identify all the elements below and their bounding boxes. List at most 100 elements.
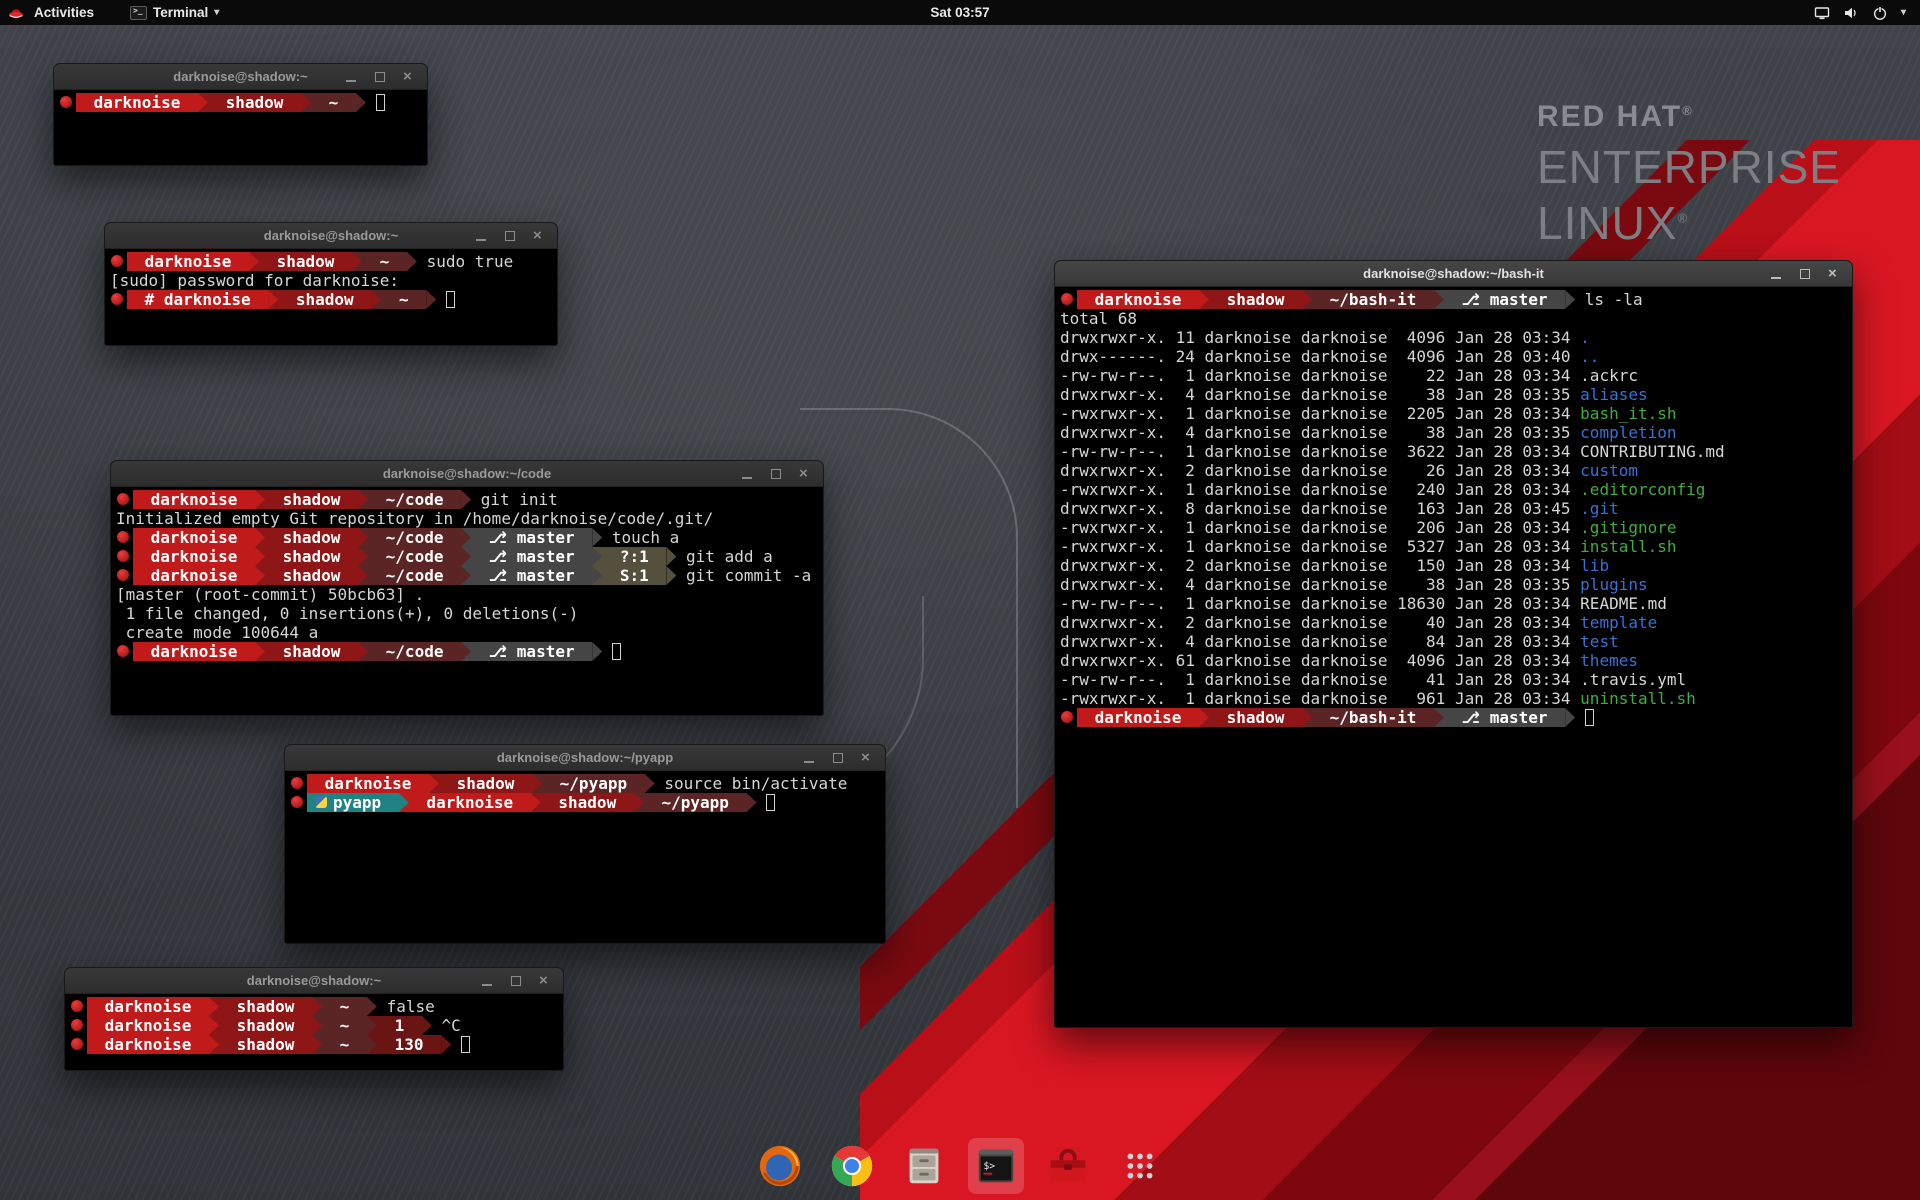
window-titlebar[interactable]: darknoise@shadow:~: [105, 223, 557, 249]
app-menu-button[interactable]: Terminal ▾: [130, 5, 219, 20]
dock-item-toolbox[interactable]: [1040, 1138, 1096, 1194]
terminal-window-home-2: darknoise@shadow:~ darknoise shadow ~ fa…: [64, 967, 564, 1071]
prompt-segment: ~/code: [368, 490, 461, 509]
dock-item-files[interactable]: [896, 1138, 952, 1194]
close-button[interactable]: [860, 751, 874, 765]
terminal-text: drwxrwxr-x. 2 darknoise darknoise 40 Jan…: [1060, 613, 1580, 632]
terminal-text: plugins: [1580, 575, 1647, 594]
prompt-segment: darknoise: [133, 490, 255, 509]
terminal-content[interactable]: darknoise shadow ~: [54, 90, 427, 115]
prompt-segment: # darknoise: [127, 290, 268, 309]
terminal-text: drwxrwxr-x. 11 darknoise darknoise 4096 …: [1060, 328, 1580, 347]
terminal-text: CONTRIBUTING.md: [1580, 442, 1725, 461]
terminal-line: -rw-rw-r--. 1 darknoise darknoise 18630 …: [1060, 594, 1847, 613]
terminal-content[interactable]: darknoise shadow ~ sudo true[sudo] passw…: [105, 249, 557, 312]
powerline-separator: [255, 547, 265, 566]
powerline-separator: [255, 566, 265, 585]
terminal-text: themes: [1580, 651, 1638, 670]
activities-button[interactable]: Activities: [31, 5, 97, 20]
window-titlebar[interactable]: darknoise@shadow:~/bash-it: [1055, 261, 1852, 287]
powerline-separator: [592, 566, 602, 585]
redhat-prompt-icon: [291, 777, 303, 789]
maximize-button[interactable]: [503, 229, 517, 243]
terminal-text: false: [377, 997, 435, 1016]
terminal-text: drwxrwxr-x. 2 darknoise darknoise 26 Jan…: [1060, 461, 1580, 480]
terminal-line: -rw-rw-r--. 1 darknoise darknoise 41 Jan…: [1060, 670, 1847, 689]
terminal-text: source bin/activate: [655, 774, 848, 793]
terminal-content[interactable]: darknoise shadow ~ false darknoise shado…: [65, 994, 563, 1057]
powerline-separator: [461, 528, 471, 547]
terminal-line: drwxrwxr-x. 4 darknoise darknoise 38 Jan…: [1060, 575, 1847, 594]
powerline-separator: [634, 793, 644, 812]
terminal-text: custom: [1580, 461, 1638, 480]
maximize-button[interactable]: [769, 467, 783, 481]
terminal-content[interactable]: darknoise shadow ~/bash-it ⎇ master ls -…: [1055, 287, 1852, 730]
maximize-button[interactable]: [373, 70, 387, 84]
terminal-text: bash_it.sh: [1580, 404, 1676, 423]
prompt-segment: pyapp: [307, 793, 399, 812]
powerline-separator: [461, 547, 471, 566]
powerline-separator: [461, 642, 471, 661]
redhat-prompt-icon: [111, 255, 123, 267]
clock[interactable]: Sat 03:57: [930, 5, 989, 20]
prompt-segment: shadow: [265, 490, 358, 509]
minimize-button[interactable]: [802, 751, 816, 765]
redhat-prompt-icon: [71, 1019, 83, 1031]
minimize-button[interactable]: [474, 229, 488, 243]
prompt-segment: ~: [381, 290, 426, 309]
close-button[interactable]: [1827, 267, 1841, 281]
terminal-window-bash-it: darknoise@shadow:~/bash-it darknoise sha…: [1054, 260, 1853, 1028]
maximize-button[interactable]: [509, 974, 523, 988]
powerline-separator: [209, 1016, 219, 1035]
close-button[interactable]: [402, 70, 416, 84]
maximize-button[interactable]: [1798, 267, 1812, 281]
minimize-button[interactable]: [1769, 267, 1783, 281]
powerline-separator: [358, 490, 368, 509]
powerline-separator: [399, 793, 409, 812]
powerline-separator: [429, 774, 439, 793]
terminal-line: darknoise shadow ~/code git init: [116, 490, 818, 509]
prompt-segment: darknoise: [1077, 708, 1199, 727]
prompt-segment: ~/bash-it: [1312, 290, 1434, 309]
terminal-text: .ackrc: [1580, 366, 1638, 385]
minimize-button[interactable]: [480, 974, 494, 988]
terminal-window-code: darknoise@shadow:~/code darknoise shadow…: [110, 460, 824, 716]
maximize-button[interactable]: [831, 751, 845, 765]
window-titlebar[interactable]: darknoise@shadow:~: [54, 64, 427, 90]
terminal-line: -rw-rw-r--. 1 darknoise darknoise 3622 J…: [1060, 442, 1847, 461]
window-titlebar[interactable]: darknoise@shadow:~: [65, 968, 563, 994]
minimize-button[interactable]: [740, 467, 754, 481]
minimize-button[interactable]: [344, 70, 358, 84]
terminal-text: touch a: [602, 528, 679, 547]
files-icon: [901, 1143, 947, 1189]
chrome-icon: [829, 1143, 875, 1189]
prompt-segment: darknoise: [87, 1035, 209, 1054]
terminal-text: -rw-rw-r--. 1 darknoise darknoise 18630 …: [1060, 594, 1580, 613]
dock-item-terminal[interactable]: $>: [968, 1138, 1024, 1194]
terminal-text: ..: [1580, 347, 1599, 366]
dock-item-chrome[interactable]: [824, 1138, 880, 1194]
powerline-separator: [312, 1035, 322, 1054]
powerline-separator: [367, 1035, 377, 1054]
system-status-area[interactable]: ▾: [1814, 5, 1920, 21]
clock-area: Sat 03:57: [0, 5, 1920, 20]
terminal-text: test: [1580, 632, 1619, 651]
close-button[interactable]: [532, 229, 546, 243]
terminal-icon: $>: [973, 1143, 1019, 1189]
terminal-text: [366, 93, 376, 112]
dock-item-app-grid[interactable]: [1112, 1138, 1168, 1194]
prompt-segment: 1: [377, 1016, 422, 1035]
powerline-separator: [1302, 708, 1312, 727]
window-titlebar[interactable]: darknoise@shadow:~/pyapp: [285, 745, 885, 771]
terminal-line: drwxrwxr-x. 8 darknoise darknoise 163 Ja…: [1060, 499, 1847, 518]
terminal-window-home-1: darknoise@shadow:~ darknoise shadow ~: [53, 63, 428, 166]
terminal-text: README.md: [1580, 594, 1667, 613]
close-button[interactable]: [798, 467, 812, 481]
terminal-content[interactable]: darknoise shadow ~/code git initInitiali…: [111, 487, 823, 664]
window-titlebar[interactable]: darknoise@shadow:~/code: [111, 461, 823, 487]
prompt-segment: ⎇ master: [471, 547, 592, 566]
dock-item-firefox[interactable]: [752, 1138, 808, 1194]
terminal-content[interactable]: darknoise shadow ~/pyapp source bin/acti…: [285, 771, 885, 815]
window-controls: [802, 751, 885, 765]
close-button[interactable]: [538, 974, 552, 988]
